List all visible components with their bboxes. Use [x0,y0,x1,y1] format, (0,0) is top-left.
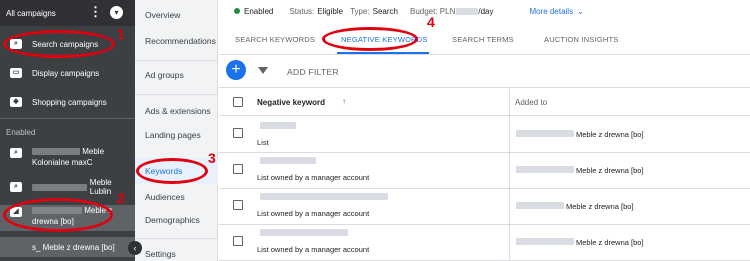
sort-arrow-icon[interactable]: ↑ [342,97,346,106]
collapse-icon[interactable]: ▾ [110,6,123,19]
table-header: Negative keyword ↑ Added to [219,89,750,116]
campaign-name-line2: Kolonialne maxC [32,158,93,167]
section-label: Enabled [0,125,135,139]
redacted-keyword [260,122,296,129]
sidebar-item-shopping-campaigns[interactable]: ◆ Shopping campaigns [0,92,135,112]
sidebar-item-display-campaigns[interactable]: ▭ Display campaigns [0,63,135,83]
status-value: Eligible [317,6,344,16]
row-checkbox[interactable] [233,200,243,210]
redacted-keyword [260,157,316,164]
nav-recommendations[interactable]: Recommendations [145,36,216,46]
nav-landing-pages[interactable]: Landing pages [145,130,201,140]
nav-demographics[interactable]: Demographics [145,215,200,225]
annotation-ellipse-3 [136,158,208,184]
redacted-text [516,166,574,173]
type-value: Search [372,6,398,16]
added-to-value[interactable]: Meble z drewna [bo] [576,166,644,175]
table-row[interactable]: List Meble z drewna [bo] [219,117,750,153]
filter-icon[interactable] [258,67,268,74]
added-to-value[interactable]: Meble z drewna [bo] [576,130,644,139]
collapse-panel-icon[interactable]: ‹ [128,241,142,255]
added-to-value[interactable]: Meble z drewna [bo] [566,202,634,211]
sidebar-item-label: Display campaigns [32,68,100,78]
nav-ad-groups[interactable]: Ad groups [145,70,184,80]
shopping-tag-icon: ◆ [10,97,22,107]
annotation-number-3: 3 [208,150,216,166]
more-vert-icon[interactable]: ⋮ [89,5,102,18]
budget-suffix: /day [478,6,494,16]
add-icon[interactable]: + [226,60,246,80]
campaign-item-2[interactable]: ⌕ Meble Lublin [0,178,135,196]
campaign-status-bar: Enabled Status: Eligible Type: Search Bu… [219,0,750,22]
added-to-value[interactable]: Meble z drewna [bo] [576,238,644,247]
enabled-label[interactable]: Enabled [244,7,273,16]
nav-settings[interactable]: Settings [145,249,176,259]
ad-group-item[interactable]: s_ Meble z drewna [bo] [0,237,135,257]
campaign-name: Meble Kolonialne maxC [32,146,104,168]
redacted-text [32,183,87,191]
enabled-status-icon [234,8,240,14]
redacted-text [456,7,479,15]
divider [135,94,218,95]
chevron-down-icon[interactable]: ⌄ [577,7,584,16]
type-label: Type: [350,6,370,16]
divider [0,118,135,119]
annotation-ellipse-2 [3,198,113,232]
all-campaigns-title: All campaigns [6,8,56,18]
sidebar-item-label: Shopping campaigns [32,97,107,107]
column-header-negative-keyword[interactable]: Negative keyword [257,98,325,107]
main-content: Enabled Status: Eligible Type: Search Bu… [219,0,750,261]
redacted-text [516,130,574,137]
tab-auction-insights[interactable]: AUCTION INSIGHTS [544,35,618,44]
annotation-ellipse-1 [3,30,115,58]
search-campaign-icon: ⌕ [10,148,22,158]
select-all-checkbox[interactable] [233,97,243,107]
row-checkbox[interactable] [233,164,243,174]
annotation-number-2: 2 [117,190,125,206]
divider [135,60,218,61]
table-row[interactable]: List owned by a manager account Meble z … [219,225,750,261]
ad-group-label: s_ Meble z drewna [bo] [32,242,115,252]
tab-search-terms[interactable]: SEARCH TERMS [452,35,514,44]
page-menu: Overview Recommendations Ad groups Ads &… [135,0,218,261]
annotation-number-4: 4 [427,14,435,30]
nav-audiences[interactable]: Audiences [145,192,185,202]
more-details-link[interactable]: More details [530,7,574,16]
redacted-text [516,238,574,245]
keyword-type: List [257,138,269,147]
nav-ads-extensions[interactable]: Ads & extensions [145,106,211,116]
search-campaign-icon: ⌕ [10,182,22,192]
nav-overview[interactable]: Overview [145,10,180,20]
campaign-name-suffix: Meble Lublin [89,178,112,196]
redacted-keyword [260,229,348,236]
add-filter-button[interactable]: ADD FILTER [287,67,339,77]
section-label-text: Enabled [6,127,36,137]
column-header-added-to[interactable]: Added to [515,98,547,107]
tab-search-keywords[interactable]: SEARCH KEYWORDS [235,35,315,44]
table-row[interactable]: List owned by a manager account Meble z … [219,153,750,189]
table-row[interactable]: List owned by a manager account Meble z … [219,189,750,225]
row-checkbox[interactable] [233,128,243,138]
keyword-type: List owned by a manager account [257,209,370,218]
divider [135,238,218,239]
row-checkbox[interactable] [233,236,243,246]
tab-bar: SEARCH KEYWORDS NEGATIVE KEYWORDS SEARCH… [219,22,750,55]
status-label: Status: [289,6,315,16]
campaign-name-suffix: Meble [82,147,105,156]
redacted-keyword [260,193,388,200]
campaign-item-1[interactable]: ⌕ Meble Kolonialne maxC [0,146,135,172]
keyword-type: List owned by a manager account [257,245,370,254]
annotation-ellipse-4 [322,27,418,51]
redacted-text [32,148,80,156]
active-tab-indicator [337,52,429,54]
all-campaigns-header[interactable]: All campaigns ⋮ ▾ [0,0,135,26]
keyword-type: List owned by a manager account [257,173,370,182]
redacted-text [516,202,564,209]
display-icon: ▭ [10,68,22,78]
annotation-number-1: 1 [117,26,125,42]
